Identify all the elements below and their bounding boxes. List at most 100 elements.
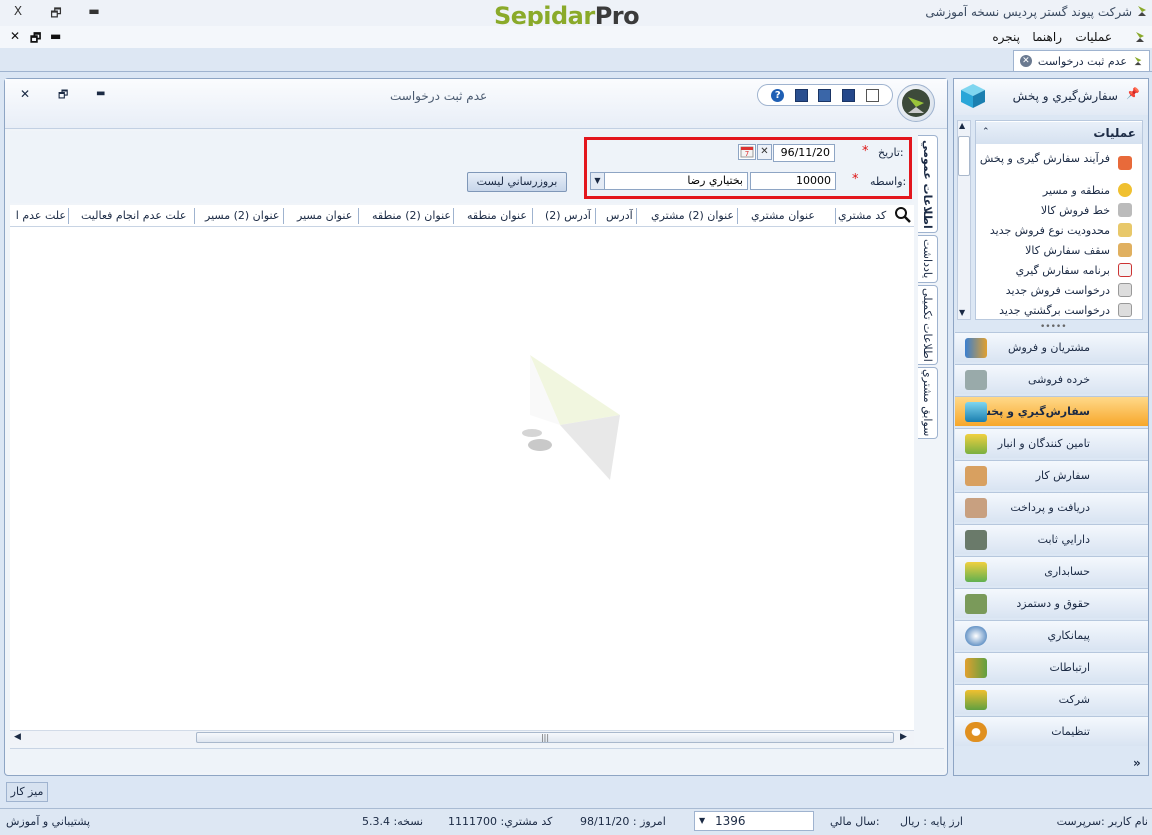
tab-additional-info[interactable]: اطلاعات تکمیلی xyxy=(918,285,938,365)
nav-payroll[interactable]: حقوق و دستمزد xyxy=(955,588,1148,618)
fiscal-year-select[interactable]: 1396 xyxy=(694,811,814,831)
process-icon xyxy=(1118,156,1132,170)
desk-button[interactable]: ميز کار xyxy=(6,782,48,802)
op-new-return-request[interactable]: درخواست برگشتي جديد xyxy=(978,304,1110,317)
splitter-grip[interactable]: ••••• xyxy=(1040,322,1067,332)
nav-fixed-assets[interactable]: دارايي ثابت xyxy=(955,524,1148,554)
close-window-button[interactable]: X xyxy=(8,4,28,18)
communication-icon xyxy=(965,658,987,678)
grid-body[interactable] xyxy=(10,227,914,730)
op-sales-process[interactable]: فرآیند سفارش گیری و پخش xyxy=(978,152,1110,165)
agent-code-field[interactable]: 10000 xyxy=(750,172,836,190)
nav-customers-sales[interactable]: مشتريان و فروش xyxy=(955,332,1148,362)
column-header[interactable]: عنوان منطقه xyxy=(467,209,527,222)
save-icon[interactable] xyxy=(842,88,856,102)
assets-icon xyxy=(965,530,987,550)
nav-label: پيمانکاري xyxy=(1047,629,1090,642)
minimize-window-button[interactable]: ▬ xyxy=(84,4,104,18)
nav-retail[interactable]: خرده فروشی xyxy=(955,364,1148,394)
column-header[interactable]: عنوان مشتري xyxy=(751,209,815,222)
tab-logo-icon xyxy=(1134,56,1142,66)
window-minimize-button[interactable]: ▬ xyxy=(96,88,105,99)
menu-help[interactable]: راهنما xyxy=(1032,30,1062,44)
column-header[interactable]: علت عدم ا xyxy=(10,209,66,222)
scroll-thumb[interactable]: ||| xyxy=(196,732,894,743)
status-user: نام کاربر :سرپرست xyxy=(1056,815,1148,828)
agent-name-select[interactable]: بختیاري رضا xyxy=(590,172,748,190)
region-icon xyxy=(1118,183,1132,197)
work-order-icon xyxy=(965,466,987,486)
column-header[interactable]: عنوان (2) مسير xyxy=(205,209,279,222)
column-header[interactable]: آدرس xyxy=(606,209,633,222)
date-field[interactable]: 96/11/20 xyxy=(773,144,835,162)
save-close-icon[interactable] xyxy=(794,88,808,102)
accounting-icon xyxy=(965,562,987,582)
nav-label: مشتريان و فروش xyxy=(1008,341,1090,354)
expand-panel-icon[interactable]: » xyxy=(1133,756,1141,770)
mdi-restore-button[interactable]: 🗗 xyxy=(30,29,41,50)
fiscal-year-value: 1396 xyxy=(715,814,746,828)
nav-work-order[interactable]: سفارش کار xyxy=(955,460,1148,490)
payment-icon xyxy=(965,498,987,518)
nav-contracting[interactable]: پيمانکاري xyxy=(955,620,1148,650)
restore-window-button[interactable]: 🗗 xyxy=(46,4,66,25)
collapse-icon[interactable]: ⌃ xyxy=(982,127,990,137)
fiscal-year-label: سال مالي: xyxy=(830,815,880,828)
column-header[interactable]: آدرس (2) xyxy=(545,209,591,222)
help-icon[interactable]: ? xyxy=(771,88,785,102)
module-cube-icon xyxy=(961,84,985,108)
close-tab-icon[interactable]: ✕ xyxy=(1019,55,1032,67)
search-icon[interactable] xyxy=(894,206,912,224)
nav-ordering-distribution[interactable]: سفارش‌گيري و پخش xyxy=(955,396,1148,426)
chevron-down-icon[interactable]: ▼ xyxy=(699,816,705,825)
op-product-line[interactable]: خط فروش کالا xyxy=(978,204,1110,217)
calendar-icon[interactable]: 7 xyxy=(738,144,756,160)
nav-settings[interactable]: تنظیمات xyxy=(955,716,1148,746)
nav-suppliers-inventory[interactable]: تامين کنندگان و انبار xyxy=(955,428,1148,458)
document-tab[interactable]: عدم ثبت درخواست ✕ xyxy=(1012,50,1150,71)
clear-date-icon[interactable]: ✕ xyxy=(757,144,772,160)
refresh-list-button[interactable]: بروزرساني ليست xyxy=(467,172,567,192)
menu-window[interactable]: پنجره xyxy=(992,30,1020,44)
chart-icon xyxy=(965,338,987,358)
scroll-thumb[interactable] xyxy=(958,136,970,176)
scroll-right-icon[interactable]: ▶ xyxy=(900,732,907,742)
mdi-close-button[interactable]: ✕ xyxy=(10,29,20,43)
scroll-left-icon[interactable]: ◀ xyxy=(14,732,21,742)
mdi-minimize-button[interactable]: ▬ xyxy=(50,29,61,43)
pin-icon[interactable]: 📌 xyxy=(1126,87,1140,100)
column-header[interactable]: عنوان (2) مشتري xyxy=(651,209,734,222)
operations-header[interactable]: عملیات xyxy=(976,122,1142,144)
nav-communications[interactable]: ارتباطات xyxy=(955,652,1148,682)
nav-accounting[interactable]: حسابداری xyxy=(955,556,1148,586)
menu-operations[interactable]: عملیات xyxy=(1075,30,1112,44)
chevron-down-icon[interactable]: ▼ xyxy=(591,173,605,189)
agent-name-value: بختیاري رضا xyxy=(687,174,743,187)
op-order-schedule[interactable]: برنامه سفارش گيري xyxy=(978,264,1110,277)
column-header[interactable]: علت عدم انجام فعاليت xyxy=(81,209,186,222)
menu-logo-icon xyxy=(1136,32,1144,42)
limit-icon xyxy=(1118,223,1132,237)
tab-general-info[interactable]: اطلاعات عمومي xyxy=(918,135,938,233)
column-header[interactable]: عنوان مسير xyxy=(297,209,352,222)
support-link[interactable]: پشتيباني و آموزش xyxy=(6,815,90,828)
tab-customer-history[interactable]: سوابق مشتري xyxy=(918,367,938,439)
scroll-down-icon[interactable]: ▼ xyxy=(959,308,965,317)
scroll-up-icon[interactable]: ▲ xyxy=(959,121,965,130)
nav-receive-pay[interactable]: دريافت و پرداخت xyxy=(955,492,1148,522)
column-header[interactable]: عنوان (2) منطقه xyxy=(372,209,451,222)
new-document-icon[interactable] xyxy=(865,88,879,102)
nav-company[interactable]: شرکت xyxy=(955,684,1148,714)
tab-notes[interactable]: یادداشت xyxy=(918,235,938,283)
contract-icon xyxy=(965,626,987,646)
column-header[interactable]: کد مشتري xyxy=(838,209,886,222)
nav-label: شرکت xyxy=(1058,693,1090,706)
window-restore-button[interactable]: 🗗 xyxy=(58,86,68,105)
op-order-cap[interactable]: سقف سفارش کالا xyxy=(978,244,1110,257)
column-divider xyxy=(68,208,69,224)
window-close-button[interactable]: ✕ xyxy=(20,87,30,101)
op-region-route[interactable]: منطقه و مسير xyxy=(978,184,1110,197)
op-new-sale-request[interactable]: درخواست فروش جديد xyxy=(978,284,1110,297)
save-new-icon[interactable] xyxy=(818,88,832,102)
op-sale-type-limit[interactable]: محدوديت نوع فروش جديد xyxy=(978,224,1110,237)
